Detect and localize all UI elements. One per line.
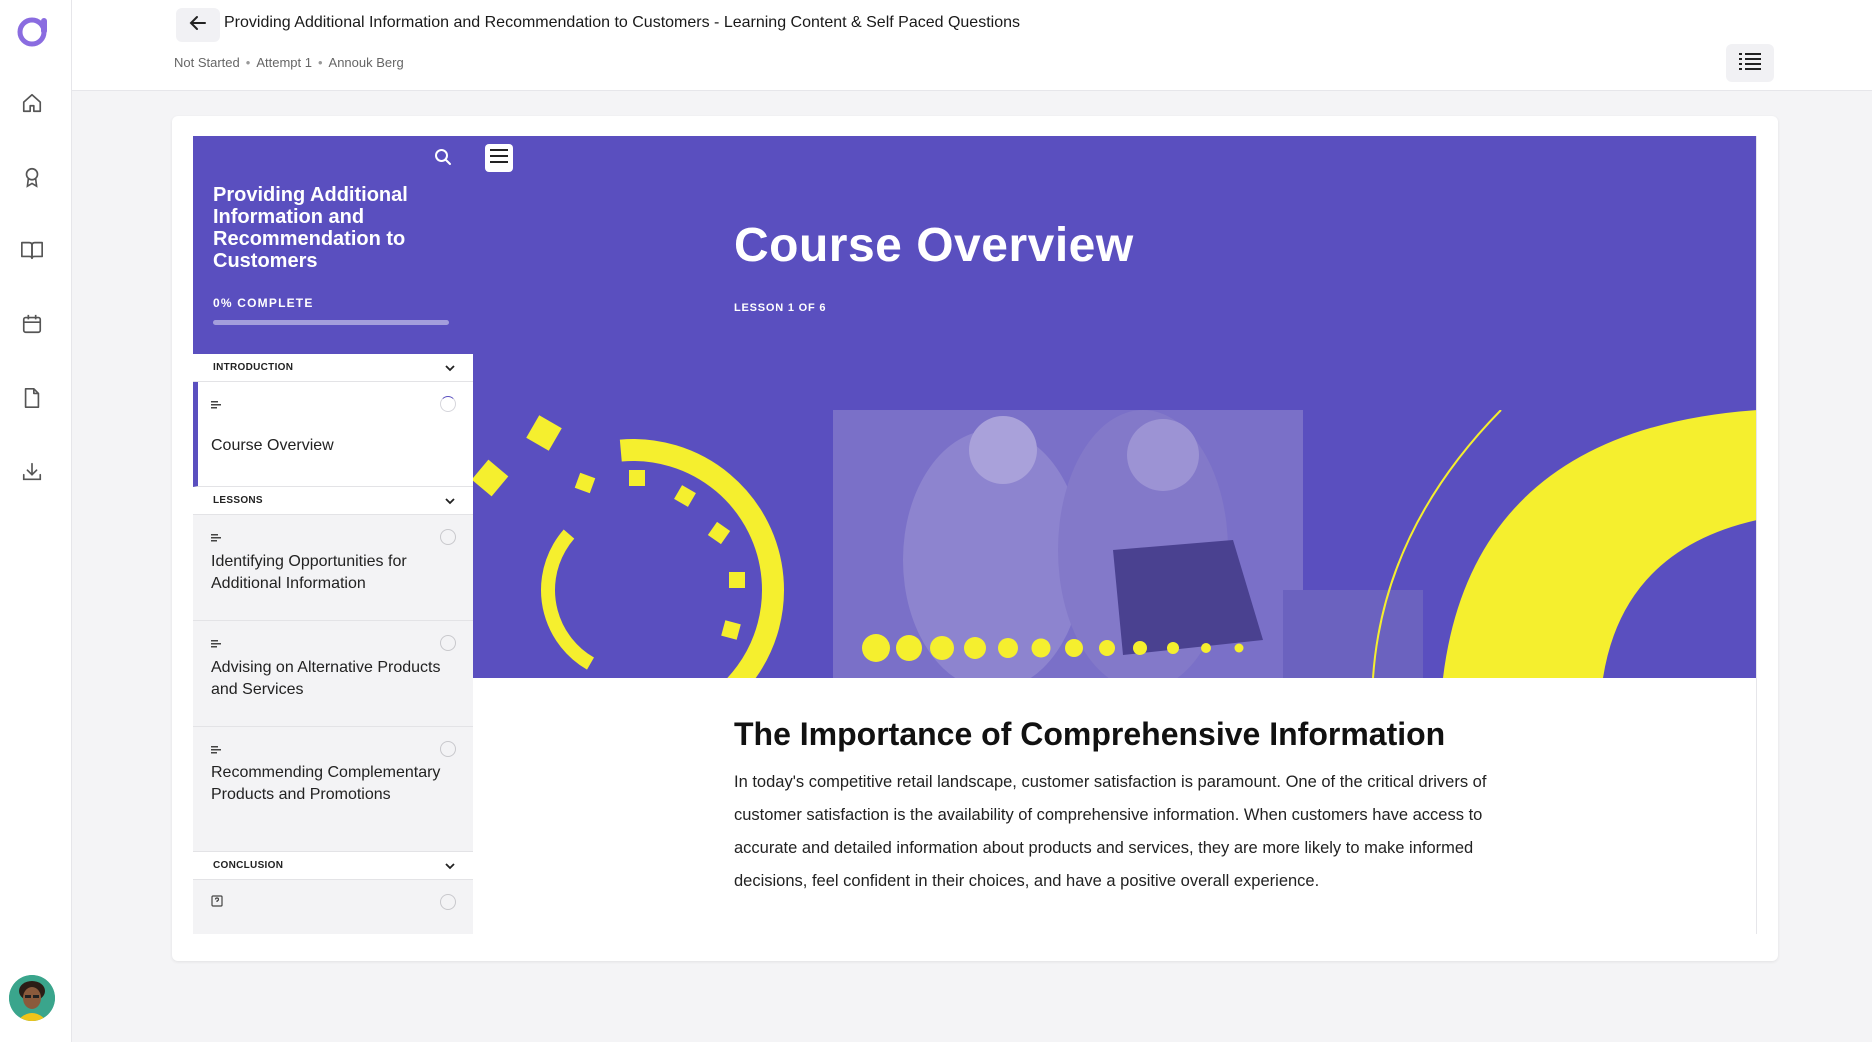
attempt-text: Attempt 1: [256, 55, 312, 70]
course-title: Providing Additional Information and Rec…: [213, 184, 408, 272]
attempt-info: Not Started • Attempt 1 • Annouk Berg: [174, 55, 404, 70]
learner-name: Annouk Berg: [328, 55, 404, 70]
document-icon[interactable]: [19, 385, 45, 411]
status-text: Not Started: [174, 55, 240, 70]
lesson-conclusion-quiz[interactable]: [193, 880, 473, 934]
section-label: INTRODUCTION: [213, 362, 294, 373]
section-label: CONCLUSION: [213, 860, 284, 871]
lesson-title: Recommending Complementary Products and …: [211, 764, 441, 803]
progress-bar: [213, 320, 449, 325]
lesson-title: Course Overview: [211, 437, 334, 454]
menu-button[interactable]: [485, 144, 513, 172]
page-title: Providing Additional Information and Rec…: [224, 14, 1020, 31]
text-lines-icon: [211, 741, 223, 754]
text-lines-icon: [211, 635, 223, 648]
app-logo[interactable]: [14, 14, 50, 50]
section-label: LESSONS: [213, 495, 263, 506]
arrow-left-icon: [188, 13, 208, 38]
download-icon[interactable]: [19, 459, 45, 485]
lesson-counter: LESSON 1 OF 6: [734, 302, 827, 314]
chevron-down-icon: [445, 857, 455, 875]
back-button[interactable]: [176, 8, 220, 42]
lesson-title: Identifying Opportunities for Additional…: [211, 553, 407, 592]
lesson-identifying-opportunities[interactable]: Identifying Opportunities for Additional…: [193, 515, 473, 621]
not-started-icon: [440, 635, 456, 651]
award-icon[interactable]: [19, 164, 45, 190]
list-icon: [1739, 52, 1761, 75]
chevron-down-icon: [445, 359, 455, 377]
progress-text: 0% COMPLETE: [213, 296, 314, 310]
chevron-down-icon: [445, 492, 455, 510]
separator: •: [245, 55, 251, 70]
not-started-icon: [440, 894, 456, 910]
lesson-banner-image: [473, 410, 1756, 678]
separator: •: [317, 55, 323, 70]
section-paragraph: In today's competitive retail landscape,…: [734, 773, 1487, 890]
avatar[interactable]: [9, 975, 55, 1021]
book-icon[interactable]: [19, 237, 45, 263]
lesson-hero: Course Overview LESSON 1 OF 6: [473, 136, 1756, 410]
header-bar: Providing Additional Information and Rec…: [72, 0, 1872, 91]
section-lessons[interactable]: LESSONS: [193, 487, 473, 515]
lesson-course-overview[interactable]: Course Overview: [193, 382, 473, 487]
section-heading: The Importance of Comprehensive Informat…: [734, 716, 1446, 752]
outline-button[interactable]: [1726, 44, 1774, 82]
calendar-icon[interactable]: [19, 311, 45, 337]
lesson-recommending-complementary[interactable]: Recommending Complementary Products and …: [193, 727, 473, 852]
section-conclusion[interactable]: CONCLUSION: [193, 852, 473, 880]
home-icon[interactable]: [19, 90, 45, 116]
section-introduction[interactable]: INTRODUCTION: [193, 354, 473, 382]
in-progress-icon: [440, 396, 456, 412]
lesson-title: Advising on Alternative Products and Ser…: [211, 659, 441, 698]
text-lines-icon: [211, 529, 223, 542]
not-started-icon: [440, 529, 456, 545]
app-rail: [0, 0, 72, 1042]
lesson-title: Course Overview: [734, 219, 1134, 272]
quiz-icon: [211, 894, 223, 907]
text-lines-icon: [211, 396, 223, 409]
lesson-content: Course Overview LESSON 1 OF 6 The Import…: [473, 136, 1757, 934]
lesson-advising-alternatives[interactable]: Advising on Alternative Products and Ser…: [193, 621, 473, 727]
course-sidebar: Providing Additional Information and Rec…: [193, 136, 473, 934]
search-icon[interactable]: [434, 148, 454, 168]
course-header: Providing Additional Information and Rec…: [193, 136, 473, 354]
not-started-icon: [440, 741, 456, 757]
hamburger-icon: [490, 148, 508, 168]
